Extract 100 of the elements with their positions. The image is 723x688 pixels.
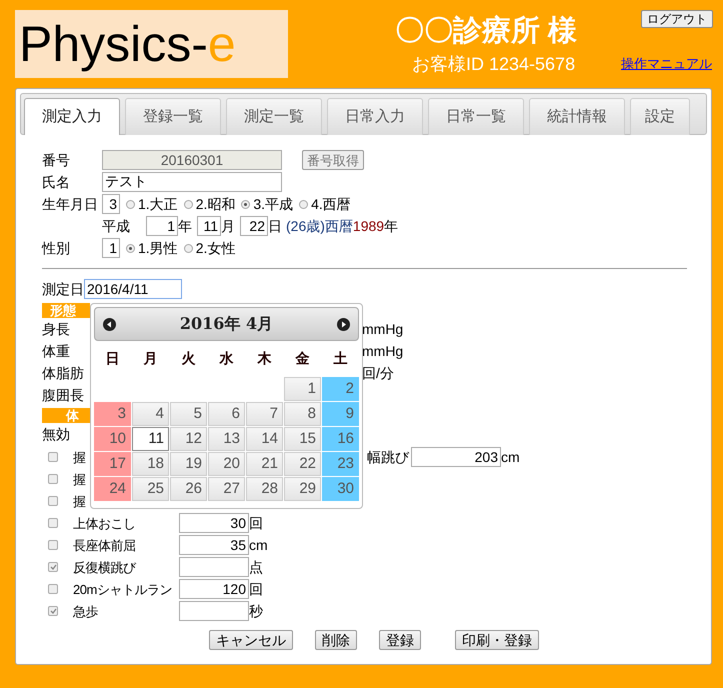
checkbox[interactable] [48, 452, 58, 462]
field-label: 体重 [42, 342, 70, 360]
checkbox[interactable] [48, 606, 58, 616]
field-label: 身長 [42, 320, 70, 338]
calendar-day[interactable]: 9 [322, 402, 359, 426]
calendar-day[interactable]: 5 [170, 402, 207, 426]
checkbox[interactable] [48, 474, 58, 484]
radio-label: 3.平成 [253, 196, 294, 212]
calendar-day[interactable]: 16 [322, 427, 359, 451]
month-field[interactable]: 11 [197, 216, 221, 236]
tab[interactable]: 統計情報 [529, 98, 625, 135]
calendar-day[interactable]: 6 [208, 402, 245, 426]
calendar-day[interactable]: 23 [322, 452, 359, 476]
calendar-day[interactable]: 1 [284, 377, 321, 401]
unit-label: 回 [249, 580, 263, 598]
checkbox[interactable] [48, 540, 58, 550]
action-button[interactable]: キャンセル [209, 630, 293, 650]
name-field[interactable]: テスト [102, 172, 282, 192]
tab[interactable]: 測定一覧 [226, 98, 322, 135]
manual-link[interactable]: 操作マニュアル [621, 56, 712, 72]
tab[interactable]: 測定入力 [24, 98, 120, 135]
input-field[interactable]: 203 [411, 447, 501, 467]
input-field[interactable]: 120 [179, 579, 249, 599]
calendar-day[interactable]: 29 [284, 477, 321, 501]
field-label: 生年月日 [42, 196, 99, 212]
weekday-label: 火 [180, 350, 196, 369]
item-label: 長座体前屈 [73, 538, 136, 553]
checkbox[interactable] [48, 518, 58, 528]
calendar-day[interactable]: 22 [284, 452, 321, 476]
radio-button[interactable] [184, 244, 193, 252]
calendar-day[interactable]: 7 [246, 402, 283, 426]
calendar-day[interactable]: 20 [208, 452, 245, 476]
action-button[interactable]: 印刷・登録 [455, 630, 539, 650]
radio-button[interactable] [126, 244, 135, 252]
radio-label: 1.大正 [138, 196, 178, 212]
date-field[interactable]: 2016/4/11 [84, 279, 182, 299]
input-field[interactable] [179, 601, 249, 621]
sex-code-field[interactable]: 1 [102, 238, 120, 258]
input-field[interactable]: 35 [179, 535, 249, 555]
age-text: (26歳)西暦 [286, 218, 353, 234]
tab[interactable]: 設定 [630, 98, 690, 135]
logo: Physics-e [15, 10, 288, 78]
day-field[interactable]: 22 [240, 216, 268, 236]
item-label: 急歩 [73, 604, 98, 619]
calendar-day[interactable]: 19 [170, 452, 207, 476]
calendar-day[interactable]: 30 [322, 477, 359, 501]
calendar-day[interactable]: 2 [322, 377, 359, 401]
calendar-title: 2016年 4月 [180, 314, 274, 334]
field-label: 体脂肪 [42, 364, 84, 382]
item-label: 幅跳び [367, 448, 409, 466]
calendar-day[interactable]: 17 [94, 452, 131, 476]
field-label: 無効 [42, 426, 70, 442]
prev-month-icon[interactable] [103, 318, 116, 330]
calendar-day[interactable]: 28 [246, 477, 283, 501]
item-label: 握 [73, 472, 86, 487]
calendar-day[interactable]: 10 [94, 427, 131, 451]
tab[interactable]: 日常一覧 [428, 98, 524, 135]
tab[interactable]: 日常入力 [327, 98, 423, 135]
customer-id: お客様ID 1234-5678 [412, 54, 576, 76]
input-field[interactable]: 30 [179, 513, 249, 533]
item-label: 握 [73, 494, 86, 509]
calendar-day[interactable]: 8 [284, 402, 321, 426]
unit-label: 日 [268, 218, 282, 234]
checkbox[interactable] [48, 496, 58, 506]
input-field[interactable] [179, 557, 249, 577]
calendar-day[interactable]: 25 [132, 477, 169, 501]
era-label: 平成 [102, 218, 130, 234]
weekday-label: 水 [218, 350, 234, 369]
get-number-button[interactable]: 番号取得 [302, 150, 364, 170]
calendar-day[interactable]: 11 [132, 427, 169, 451]
calendar-day[interactable]: 26 [170, 477, 207, 501]
checkbox[interactable] [48, 584, 58, 594]
calendar-day[interactable]: 12 [170, 427, 207, 451]
section-header: 形態 [42, 303, 90, 318]
radio-button[interactable] [184, 200, 193, 208]
calendar-day[interactable]: 3 [94, 402, 131, 426]
unit-label: 年 [384, 218, 398, 234]
calendar-day[interactable]: 15 [284, 427, 321, 451]
action-button[interactable]: 登録 [379, 630, 421, 650]
clinic-name: 〇〇診療所 様 [395, 14, 578, 49]
logout-button[interactable]: ログアウト [641, 10, 713, 28]
action-button[interactable]: 削除 [315, 630, 357, 650]
radio-button[interactable] [241, 200, 250, 208]
number-field[interactable]: 20160301 [102, 150, 282, 170]
era-code-field[interactable]: 3 [102, 194, 120, 214]
radio-button[interactable] [299, 200, 308, 208]
radio-button[interactable] [126, 200, 135, 208]
calendar-day[interactable]: 13 [208, 427, 245, 451]
radio-label: 2.昭和 [196, 196, 236, 212]
calendar-day[interactable]: 18 [132, 452, 169, 476]
checkbox[interactable] [48, 562, 58, 572]
calendar-day[interactable]: 27 [208, 477, 245, 501]
calendar-day[interactable]: 14 [246, 427, 283, 451]
calendar-day[interactable]: 21 [246, 452, 283, 476]
item-label: 20mシャトルラン [73, 582, 172, 597]
year-field[interactable]: 1 [146, 216, 178, 236]
next-month-icon[interactable] [336, 318, 350, 330]
tab[interactable]: 登録一覧 [125, 98, 221, 135]
calendar-day[interactable]: 24 [94, 477, 131, 501]
calendar-day[interactable]: 4 [132, 402, 169, 426]
